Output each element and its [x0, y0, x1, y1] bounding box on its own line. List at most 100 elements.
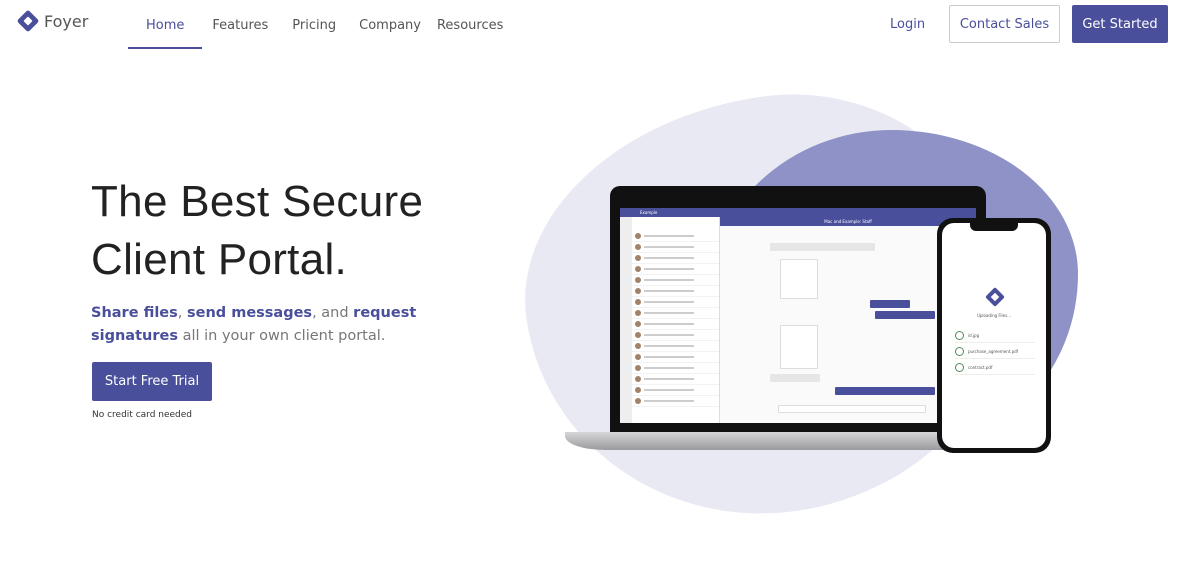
- sub-sep: ,: [177, 305, 187, 321]
- avatar: [635, 244, 641, 250]
- preview-line: [644, 290, 694, 292]
- phone-notch: [970, 223, 1018, 231]
- avatar: [635, 233, 641, 239]
- preview-line: [644, 268, 694, 270]
- preview-line: [644, 312, 694, 314]
- conversation-row: [632, 352, 719, 363]
- avatar: [635, 255, 641, 261]
- send-messages-text: send messages: [187, 305, 313, 321]
- avatar: [635, 365, 641, 371]
- avatar: [635, 343, 641, 349]
- upload-title: Uploading Files...: [976, 313, 1012, 318]
- foyer-logo-icon: [16, 9, 40, 33]
- avatar: [635, 277, 641, 283]
- conversation-row: [632, 308, 719, 319]
- preview-line: [644, 257, 694, 259]
- login-link[interactable]: Login: [890, 17, 925, 32]
- brand-name: Foyer: [44, 11, 89, 31]
- main-nav: Home Features Pricing Company Resources: [128, 18, 503, 49]
- conversation-row: [632, 264, 719, 275]
- foyer-logo-icon: [985, 287, 1005, 307]
- hero-subtitle: Share files, send messages, and request …: [91, 302, 481, 348]
- preview-line: [644, 378, 694, 380]
- phone-mockup: Uploading Files... id.jpg purchase_agree…: [937, 218, 1051, 453]
- message-bubble: [770, 374, 820, 382]
- progress-circle-icon: [955, 331, 964, 340]
- preview-line: [644, 367, 694, 369]
- preview-line: [644, 400, 694, 402]
- sub-sep: , and: [312, 305, 354, 321]
- preview-line: [644, 345, 694, 347]
- avatar: [635, 321, 641, 327]
- hero-title: The Best Secure Client Portal.: [91, 173, 423, 289]
- chat-title: Mac and Example: Staff: [720, 217, 976, 226]
- file-name: id.jpg: [968, 333, 980, 338]
- progress-circle-icon: [955, 347, 964, 356]
- conversation-row: [632, 319, 719, 330]
- title-line-2: Client Portal.: [91, 235, 348, 284]
- preview-line: [644, 235, 694, 237]
- nav-resources[interactable]: Resources: [437, 18, 503, 49]
- no-credit-card-note: No credit card needed: [92, 410, 193, 420]
- nav-company[interactable]: Company: [359, 18, 421, 49]
- app-sidebar: [620, 217, 632, 423]
- sub-tail: all in your own client portal.: [177, 328, 386, 344]
- conversation-row: [632, 374, 719, 385]
- conversation-row: [632, 385, 719, 396]
- message-bubble: [870, 300, 910, 308]
- laptop-base: [565, 432, 1001, 450]
- phone-screen: Uploading Files... id.jpg purchase_agree…: [942, 223, 1046, 448]
- conversation-row: [632, 275, 719, 286]
- nav-pricing[interactable]: Pricing: [292, 18, 336, 49]
- preview-line: [644, 301, 694, 303]
- id-attachment: [780, 325, 818, 369]
- nav-home[interactable]: Home: [128, 18, 203, 49]
- preview-line: [644, 334, 694, 336]
- conversation-row: [632, 286, 719, 297]
- preview-line: [644, 356, 694, 358]
- title-line-1: The Best Secure: [91, 177, 424, 226]
- conversation-row: [632, 330, 719, 341]
- preview-line: [644, 323, 694, 325]
- avatar: [635, 299, 641, 305]
- logo[interactable]: Foyer: [16, 9, 89, 33]
- preview-line: [644, 279, 694, 281]
- conversation-row: [632, 396, 719, 407]
- conversation-row: [632, 341, 719, 352]
- conversation-row: [632, 231, 719, 242]
- file-name: purchase_agreement.pdf: [968, 349, 1019, 354]
- upload-file: purchase_agreement.pdf: [955, 347, 1035, 359]
- avatar: [635, 288, 641, 294]
- message-bubble: [835, 387, 935, 395]
- avatar: [635, 387, 641, 393]
- avatar: [635, 376, 641, 382]
- get-started-button[interactable]: Get Started: [1072, 5, 1168, 43]
- laptop-mockup: Example Mac and Example: Staff: [610, 186, 986, 433]
- laptop-screen: Example Mac and Example: Staff: [620, 208, 976, 423]
- app-topbar: Example: [620, 208, 976, 217]
- preview-line: [644, 389, 694, 391]
- progress-circle-icon: [955, 363, 964, 372]
- upload-file: id.jpg: [955, 331, 1035, 343]
- contact-sales-button[interactable]: Contact Sales: [949, 5, 1060, 43]
- avatar: [635, 332, 641, 338]
- avatar: [635, 398, 641, 404]
- start-free-trial-button[interactable]: Start Free Trial: [92, 362, 212, 401]
- message-input: [778, 405, 926, 413]
- preview-line: [644, 246, 694, 248]
- conversation-row: [632, 253, 719, 264]
- avatar: [635, 310, 641, 316]
- avatar: [635, 266, 641, 272]
- nav-features[interactable]: Features: [212, 18, 268, 49]
- upload-file: contract.pdf: [955, 363, 1035, 375]
- conversation-row: [632, 297, 719, 308]
- file-name: contract.pdf: [968, 365, 993, 370]
- share-files-text: Share files: [91, 305, 178, 321]
- conversation-row: [632, 363, 719, 374]
- message-bubble: [875, 311, 935, 319]
- message-bubble: [770, 243, 875, 251]
- document-attachment: [780, 259, 818, 299]
- conversation-list: [632, 217, 720, 423]
- conversation-row: [632, 242, 719, 253]
- avatar: [635, 354, 641, 360]
